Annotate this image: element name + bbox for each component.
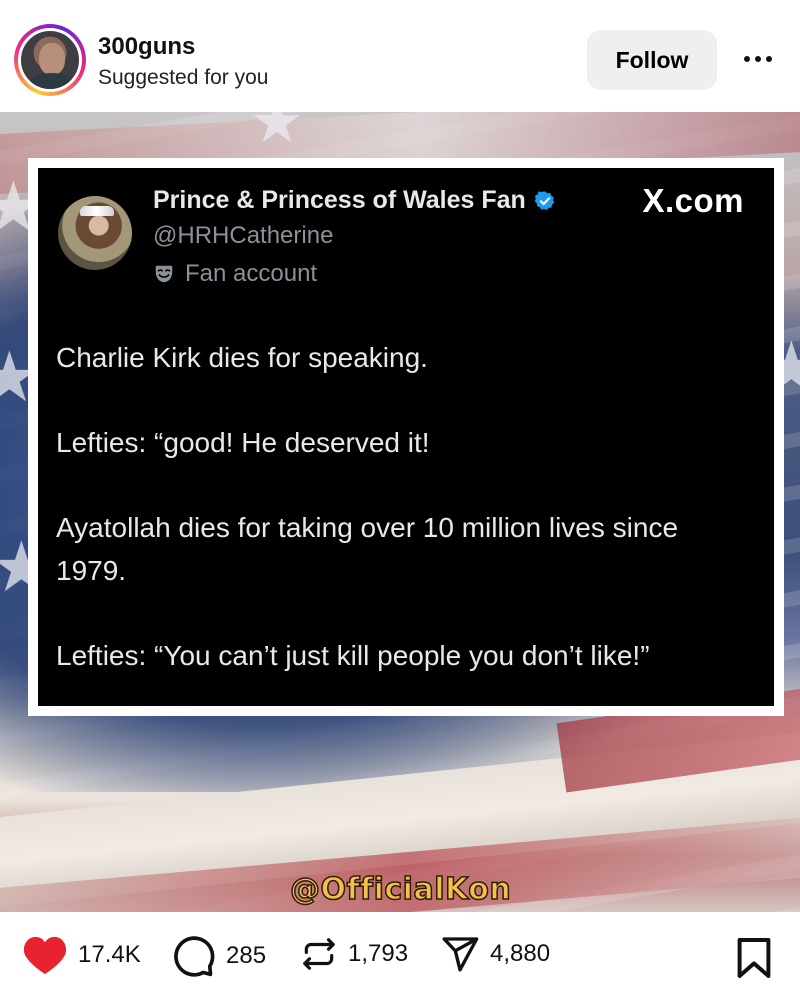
heart-icon [23, 936, 67, 975]
comment-button[interactable]: 285 [172, 934, 266, 978]
tweet-card: Prince & Princess of Wales Fan @HRHCathe… [38, 168, 774, 706]
verified-badge-icon [534, 190, 555, 210]
action-bar: 17.4K 285 1,793 4,880 [0, 912, 800, 1000]
tweet-line: Ayatollah dies for taking over 10 millio… [56, 512, 679, 586]
story-ring[interactable] [14, 24, 86, 96]
comment-icon [174, 936, 215, 977]
tweet-name-text: Prince & Princess of Wales Fan [153, 186, 526, 214]
tweet-display-name: Prince & Princess of Wales Fan [153, 186, 556, 215]
repost-count: 1,793 [348, 940, 409, 967]
tweet-body: Charlie Kirk dies for speaking. Lefties:… [56, 336, 746, 677]
tweet-line: Lefties: “You can’t just kill people you… [56, 640, 650, 671]
like-button[interactable]: 17.4K [22, 934, 141, 976]
watermark: @OfficialKon [289, 871, 512, 908]
post-media[interactable]: ★ ★ ★ ★ ★ Prince & Princess of Wales Fan… [0, 112, 800, 912]
tweet-handle: @HRHCatherine [153, 222, 334, 249]
fan-account-label: Fan account [153, 260, 317, 288]
post-header: 300guns Suggested for you Follow [0, 0, 800, 112]
repost-icon [303, 938, 335, 970]
avatar[interactable] [18, 28, 82, 92]
tiara [80, 206, 114, 216]
like-count: 17.4K [78, 941, 141, 968]
tweet-line: Lefties: “good! He deserved it! [56, 427, 430, 458]
repost-button[interactable]: 1,793 [300, 934, 408, 974]
send-icon [442, 937, 479, 972]
username[interactable]: 300guns [98, 33, 195, 61]
avatar-face [39, 43, 65, 75]
star-icon: ★ [250, 112, 304, 155]
bookmark-button[interactable] [736, 936, 772, 985]
suggested-label: Suggested for you [98, 66, 269, 89]
tweet-screenshot: Prince & Princess of Wales Fan @HRHCathe… [28, 158, 784, 716]
tweet-avatar [58, 196, 132, 270]
x-logo-text: X.com [642, 182, 744, 219]
fan-account-text: Fan account [185, 260, 318, 287]
tweet-line: Charlie Kirk dies for speaking. [56, 342, 428, 373]
bookmark-icon [737, 938, 771, 978]
share-count: 4,880 [490, 940, 551, 967]
comment-count: 285 [226, 942, 267, 969]
mask-icon [155, 265, 173, 283]
follow-button[interactable]: Follow [587, 30, 717, 90]
avatar-shoulders [27, 73, 77, 89]
share-button[interactable]: 4,880 [440, 934, 550, 974]
more-options-icon[interactable] [738, 44, 778, 74]
